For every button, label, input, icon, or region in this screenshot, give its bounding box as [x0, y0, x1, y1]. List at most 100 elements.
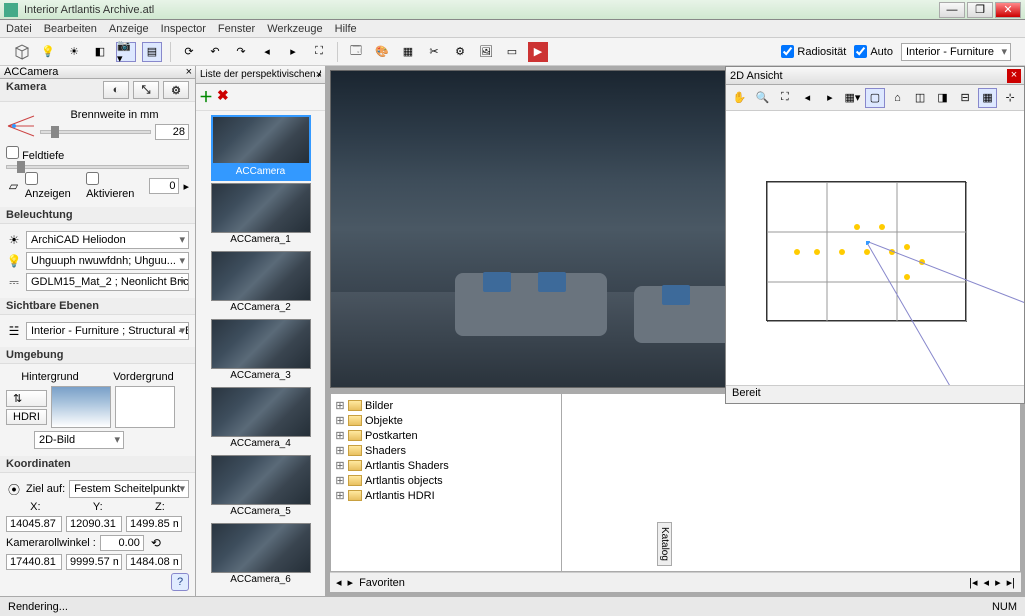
feldtiefe-slider[interactable]	[6, 165, 189, 169]
anzeigen-checkbox[interactable]: Anzeigen	[25, 172, 82, 200]
view-delete-button[interactable]: ✖	[217, 87, 229, 107]
view-thumb[interactable]: ACCamera_4	[211, 387, 311, 453]
menu-bearbeiten[interactable]: Bearbeiten	[44, 23, 97, 35]
view-thumb[interactable]: ACCamera_3	[211, 319, 311, 385]
p2d-grid-icon[interactable]: ▦	[978, 88, 998, 108]
aktivieren-checkbox[interactable]: Aktivieren	[86, 172, 145, 200]
fit-icon[interactable]: ⛶	[309, 42, 329, 62]
p2d-axis-icon[interactable]: ⊹	[1000, 88, 1020, 108]
maximize-button[interactable]: ❐	[967, 2, 993, 18]
tree-node[interactable]: ⊞Shaders	[335, 443, 557, 458]
view-add-button[interactable]: ＋	[199, 87, 213, 107]
brennweite-slider[interactable]	[40, 130, 151, 134]
redo-icon[interactable]: ↷	[231, 42, 251, 62]
cat-first-icon[interactable]: |◂	[969, 576, 977, 589]
view-thumb[interactable]: ACCamera_6	[211, 523, 311, 589]
help-button[interactable]: ?	[171, 573, 189, 591]
view-thumb[interactable]: ACCamera	[211, 115, 311, 181]
inspector-close-icon[interactable]: ×	[186, 66, 192, 78]
p2d-top-icon[interactable]: ⊟	[955, 88, 975, 108]
camera-icon[interactable]: 📷▾	[116, 42, 136, 62]
undo-icon[interactable]: ↶	[205, 42, 225, 62]
p2d-hand-icon[interactable]: ✋	[730, 88, 750, 108]
mode-gear-icon[interactable]: ⚙	[163, 81, 189, 99]
material-icon[interactable]: ◧	[90, 42, 110, 62]
mode-sphere-icon[interactable]: ◐	[103, 81, 129, 99]
ebenen-combo[interactable]: Interior - Furniture ; Structural - B...	[26, 322, 189, 340]
panel2d-close-icon[interactable]: ×	[1007, 69, 1021, 83]
tree-node[interactable]: ⊞Objekte	[335, 413, 557, 428]
tree-node[interactable]: ⊞Postkarten	[335, 428, 557, 443]
window-icon[interactable]: 🗔	[346, 42, 366, 62]
catalog-contents[interactable]	[562, 393, 1021, 572]
bgtype-combo[interactable]: 2D-Bild	[34, 431, 124, 449]
z-input[interactable]	[126, 516, 182, 532]
layers-icon[interactable]: ▦	[398, 42, 418, 62]
crop-icon[interactable]: ✂	[424, 42, 444, 62]
tree-node[interactable]: ⊞Artlantis HDRI	[335, 488, 557, 503]
feldtiefe-checkbox[interactable]: Feldtiefe	[6, 146, 64, 162]
cat-next-icon[interactable]: ▸	[348, 576, 354, 589]
p2d-front-icon[interactable]: ◫	[910, 88, 930, 108]
radiosity-checkbox[interactable]: Radiosität	[781, 45, 846, 58]
p2d-prev-icon[interactable]: ◂	[798, 88, 818, 108]
view-perspective-icon[interactable]	[12, 42, 32, 62]
refresh-icon[interactable]: ⟳	[179, 42, 199, 62]
menu-anzeige[interactable]: Anzeige	[109, 23, 149, 35]
palette-icon[interactable]: 🎨	[372, 42, 392, 62]
y2-input[interactable]	[66, 554, 122, 570]
p2d-plan-icon[interactable]: ▢	[865, 88, 885, 108]
gear-icon[interactable]: ⚙	[450, 42, 470, 62]
menu-hilfe[interactable]: Hilfe	[335, 23, 357, 35]
p2d-side-icon[interactable]: ◨	[933, 88, 953, 108]
minimize-button[interactable]: —	[939, 2, 965, 18]
p2d-home-icon[interactable]: ⌂	[888, 88, 908, 108]
tree-node[interactable]: ⊞Artlantis objects	[335, 473, 557, 488]
target-icon[interactable]: ⦿	[6, 481, 22, 497]
export-icon[interactable]: ▭	[502, 42, 522, 62]
hintergrund-swatch[interactable]	[51, 386, 111, 428]
menu-werkzeuge[interactable]: Werkzeuge	[267, 23, 322, 35]
cat-back-icon[interactable]: ◂	[984, 576, 990, 589]
menu-inspector[interactable]: Inspector	[161, 23, 206, 35]
z2-input[interactable]	[126, 554, 182, 570]
ziel-combo[interactable]: Festem Scheitelpunkt	[69, 480, 189, 498]
nav-right-icon[interactable]: ▸	[283, 42, 303, 62]
p2d-layers-icon[interactable]: ▦▾	[843, 88, 863, 108]
menu-datei[interactable]: Datei	[6, 23, 32, 35]
lights-combo-2[interactable]: GDLM15_Mat_2 ; Neonlicht Brick...	[26, 273, 189, 291]
vordergrund-swatch[interactable]	[115, 386, 175, 428]
auto-checkbox[interactable]: Auto	[854, 45, 893, 58]
view-thumb[interactable]: ACCamera_5	[211, 455, 311, 521]
cat-last-icon[interactable]: ▸|	[1007, 576, 1015, 589]
hdri-button[interactable]: HDRI	[6, 409, 47, 425]
image-icon[interactable]: 🖼	[476, 42, 496, 62]
catalog-tab[interactable]: Katalog	[657, 522, 672, 566]
nav-left-icon[interactable]: ◂	[257, 42, 277, 62]
scene-combo[interactable]: Interior - Furniture	[901, 43, 1011, 61]
heliodon-combo[interactable]: ArchiCAD Heliodon	[26, 231, 189, 249]
roll-input[interactable]	[100, 535, 144, 551]
cat-prev-icon[interactable]: ◂	[336, 576, 342, 589]
bulb-icon[interactable]: 💡	[38, 42, 58, 62]
x2-input[interactable]	[6, 554, 62, 570]
brennweite-input[interactable]	[155, 124, 189, 140]
y-input[interactable]	[66, 516, 122, 532]
lights-combo-1[interactable]: Uhguuph nwuwfdnh; Uhguu...	[26, 252, 189, 270]
mode-wand-icon[interactable]: ⤡	[133, 81, 159, 99]
tree-node[interactable]: ⊞Artlantis Shaders	[335, 458, 557, 473]
p2d-zoom-icon[interactable]: 🔍	[753, 88, 773, 108]
menu-fenster[interactable]: Fenster	[218, 23, 255, 35]
p2d-next-icon[interactable]: ▸	[820, 88, 840, 108]
p2d-fit-icon[interactable]: ⛶	[775, 88, 795, 108]
x-input[interactable]	[6, 516, 62, 532]
clip-input[interactable]	[149, 178, 179, 194]
cat-fwd-icon[interactable]: ▸	[995, 576, 1001, 589]
roll-reset-icon[interactable]: ⟲	[148, 535, 164, 551]
favoriten-label[interactable]: Favoriten	[359, 577, 405, 589]
close-button[interactable]: ✕	[995, 2, 1021, 18]
sun-icon[interactable]: ☀	[64, 42, 84, 62]
view-thumb[interactable]: ACCamera_1	[211, 183, 311, 249]
tree-node[interactable]: ⊞Bilder	[335, 398, 557, 413]
bg-swap-icon[interactable]: ⇅	[6, 390, 47, 407]
